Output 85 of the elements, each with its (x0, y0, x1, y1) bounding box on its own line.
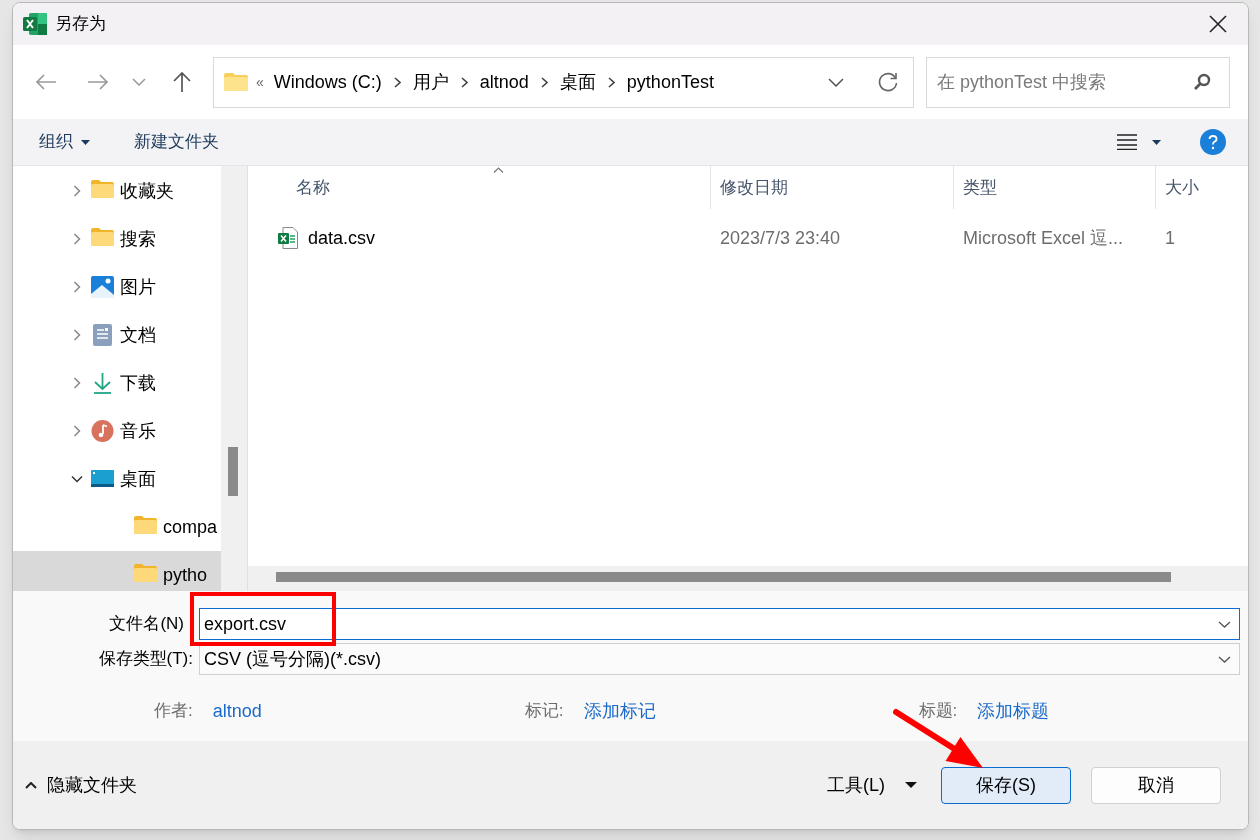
chevron-down-icon (1218, 655, 1231, 663)
address-bar[interactable]: « Windows (C:) 用户 altnod 桌面 pythonTest (213, 56, 914, 108)
left-arrow-icon (35, 73, 57, 91)
column-header[interactable]: 名称 (296, 174, 330, 201)
chevron-right-icon[interactable] (71, 377, 83, 389)
chevron-right-icon[interactable] (71, 185, 83, 197)
breadcrumb-item[interactable]: pythonTest (626, 68, 714, 96)
table-cell-text: 2023/7/3 23:40 (720, 226, 841, 250)
save-button[interactable]: 保存(S) (941, 766, 1071, 804)
chevron-down-icon[interactable] (71, 473, 83, 485)
caret-icon (81, 139, 90, 145)
property-link[interactable]: 添加标记 (583, 697, 656, 725)
organize-menu[interactable]: 组织 (39, 125, 90, 159)
breadcrumb-item[interactable]: Windows (C:) (273, 68, 382, 96)
window-title: 另存为 (55, 13, 106, 36)
horizontal-scrollbar[interactable] (248, 566, 1248, 591)
column-header[interactable]: 大小 (1165, 174, 1199, 201)
property-label: 标题: (918, 700, 958, 723)
scrollbar-thumb[interactable] (228, 447, 238, 496)
new-folder-button[interactable]: 新建文件夹 (134, 125, 219, 159)
help-button[interactable] (1200, 129, 1226, 155)
search-icon (1193, 73, 1211, 91)
cancel-button[interactable]: 取消 (1091, 766, 1221, 804)
chevron-up-icon (25, 781, 37, 789)
navigation-item[interactable]: compa (13, 503, 221, 551)
navigation-item[interactable]: 下载 (13, 359, 221, 407)
document-icon (91, 324, 114, 346)
navigation-item[interactable]: 音乐 (13, 407, 221, 455)
field-label: 保存类型(T): (97, 648, 193, 671)
file-name-field[interactable]: export.csv (199, 608, 1240, 640)
breadcrumb-item[interactable]: 桌面 (559, 68, 596, 96)
file-name[interactable]: data.csv (308, 224, 376, 252)
navigation-item[interactable]: pytho (13, 551, 221, 591)
scrollbar-thumb[interactable] (276, 572, 1171, 582)
navigation-item[interactable]: 文档 (13, 311, 221, 359)
table-cell-text: 1 (1165, 226, 1175, 250)
file-name-value: export.csv (204, 612, 288, 636)
caret-icon (905, 782, 917, 788)
field-label: 文件名(N) (108, 613, 185, 636)
chevron-right-icon (460, 76, 468, 88)
breadcrumb-item[interactable]: 用户 (412, 68, 449, 96)
column-header[interactable]: 修改日期 (720, 174, 788, 201)
chevron-right-icon (607, 76, 615, 88)
breadcrumb-item[interactable]: altnod (479, 68, 529, 96)
refresh-icon (877, 71, 899, 93)
navigation-item[interactable]: 图片 (13, 263, 221, 311)
sort-caret-icon (493, 167, 504, 173)
right-arrow-icon (87, 73, 109, 91)
property-label: 标记: (524, 700, 564, 723)
file-type-value: CSV (逗号分隔)(*.csv) (204, 647, 382, 671)
desktop-icon (91, 468, 114, 490)
question-mark-icon (1208, 134, 1218, 150)
download-icon (91, 372, 114, 394)
folder-icon (224, 73, 248, 91)
search-field[interactable]: 在 pythonTest 中搜索 (926, 56, 1230, 108)
overflow-chevron[interactable]: « (256, 71, 264, 93)
search-placeholder: 在 pythonTest 中搜索 (937, 70, 1108, 94)
navigation-item[interactable]: 桌面 (13, 455, 221, 503)
chevron-right-icon (540, 76, 548, 88)
navigation-item[interactable]: 收藏夹 (13, 167, 221, 215)
spreadsheet-app-icon (23, 13, 47, 35)
property-label: 作者: (154, 700, 193, 723)
caret-icon (1151, 139, 1161, 145)
chevron-down-icon (828, 77, 844, 87)
chevron-down-icon (132, 78, 146, 86)
hide-folders-toggle[interactable]: 隐藏文件夹 (25, 768, 137, 802)
tools-menu[interactable]: 工具(L) (827, 768, 917, 802)
table-cell-text: Microsoft Excel 逗... (963, 226, 1124, 250)
navigation-item[interactable]: 搜索 (13, 215, 221, 263)
chevron-right-icon (393, 76, 401, 88)
chevron-right-icon[interactable] (71, 281, 83, 293)
property-link[interactable]: 添加标题 (977, 697, 1050, 725)
column-header[interactable]: 类型 (963, 174, 997, 201)
list-view-icon (1117, 134, 1137, 150)
chevron-right-icon[interactable] (71, 425, 83, 437)
file-type-dropdown[interactable]: CSV (逗号分隔)(*.csv) (199, 643, 1240, 675)
vertical-scrollbar[interactable] (221, 166, 247, 591)
picture-icon (91, 276, 114, 298)
chevron-right-icon[interactable] (71, 233, 83, 245)
up-arrow-icon (172, 71, 192, 93)
spreadsheet-file-icon (278, 227, 298, 249)
music-icon (91, 420, 114, 442)
chevron-right-icon[interactable] (71, 329, 83, 341)
chevron-down-icon (1218, 620, 1231, 628)
property-link[interactable]: altnod (212, 697, 262, 725)
